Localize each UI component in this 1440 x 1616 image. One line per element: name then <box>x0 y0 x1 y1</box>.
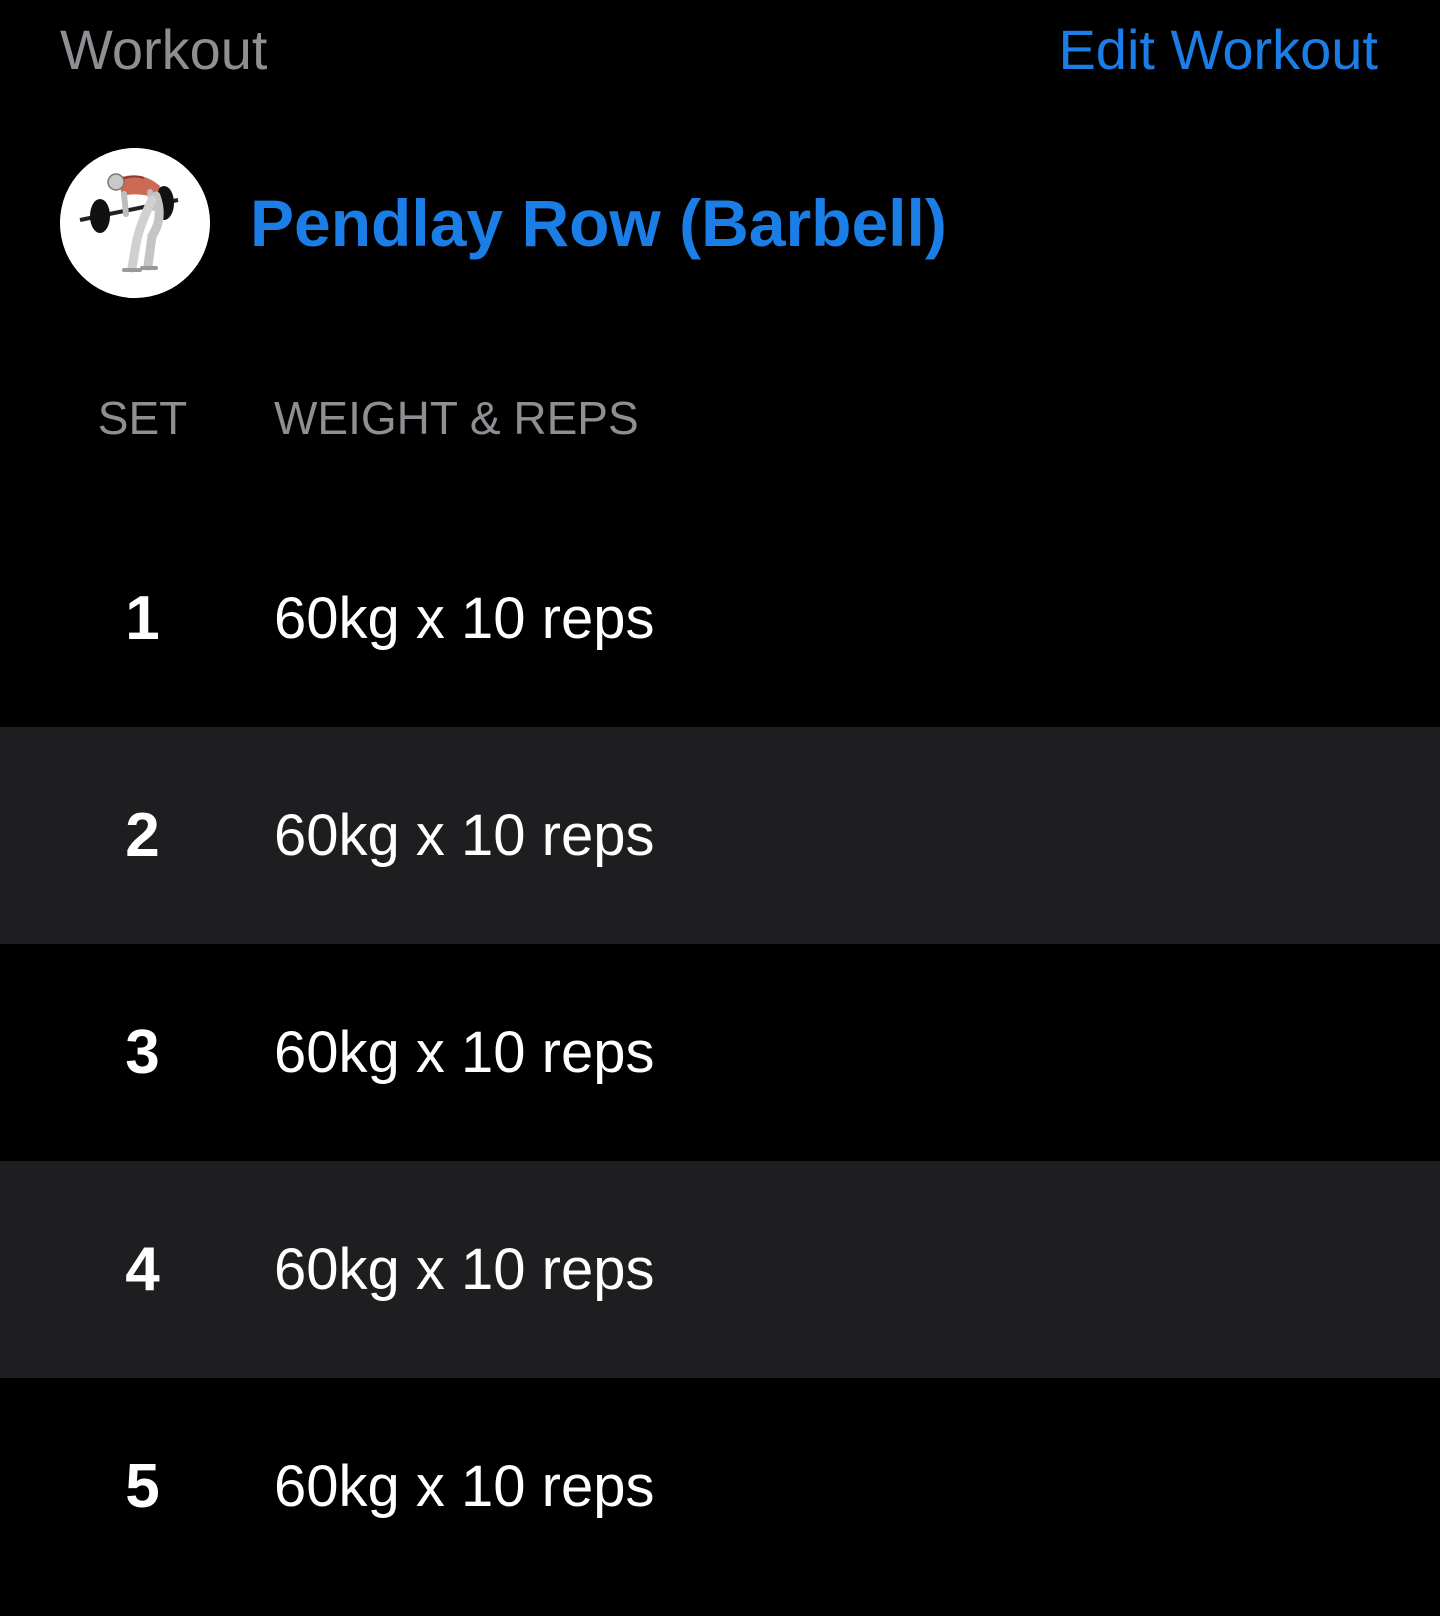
set-number: 5 <box>125 1452 160 1521</box>
column-header-set: SET <box>97 392 188 444</box>
barbell-row-figure-icon <box>60 148 210 298</box>
set-row[interactable]: 4 60kg x 10 reps <box>0 1161 1440 1378</box>
set-row[interactable]: 5 60kg x 10 reps <box>0 1378 1440 1595</box>
set-number: 4 <box>125 1235 160 1304</box>
exercise-title[interactable]: Pendlay Row (Barbell) <box>250 183 947 263</box>
set-weight-reps: 60kg x 10 reps <box>274 586 655 651</box>
set-number: 3 <box>125 1018 160 1087</box>
set-weight-reps: 60kg x 10 reps <box>274 803 655 868</box>
set-row[interactable]: 3 60kg x 10 reps <box>0 944 1440 1161</box>
section-label: Workout <box>60 18 268 81</box>
set-weight-reps: 60kg x 10 reps <box>274 1454 655 1519</box>
column-header-weight-reps: WEIGHT & REPS <box>274 392 639 444</box>
exercise-thumbnail[interactable] <box>60 148 210 298</box>
sets-list: 1 60kg x 10 reps 2 60kg x 10 reps 3 60kg… <box>0 510 1440 1595</box>
top-bar: Workout Edit Workout <box>0 0 1440 100</box>
edit-workout-button[interactable]: Edit Workout <box>1058 14 1378 86</box>
column-headers: SET WEIGHT & REPS <box>0 388 1440 448</box>
set-weight-reps: 60kg x 10 reps <box>274 1237 655 1302</box>
set-weight-reps: 60kg x 10 reps <box>274 1020 655 1085</box>
set-number: 2 <box>125 801 160 870</box>
set-row[interactable]: 2 60kg x 10 reps <box>0 727 1440 944</box>
set-number: 1 <box>125 584 160 653</box>
exercise-header: Pendlay Row (Barbell) <box>60 148 947 298</box>
set-row[interactable]: 1 60kg x 10 reps <box>0 510 1440 727</box>
